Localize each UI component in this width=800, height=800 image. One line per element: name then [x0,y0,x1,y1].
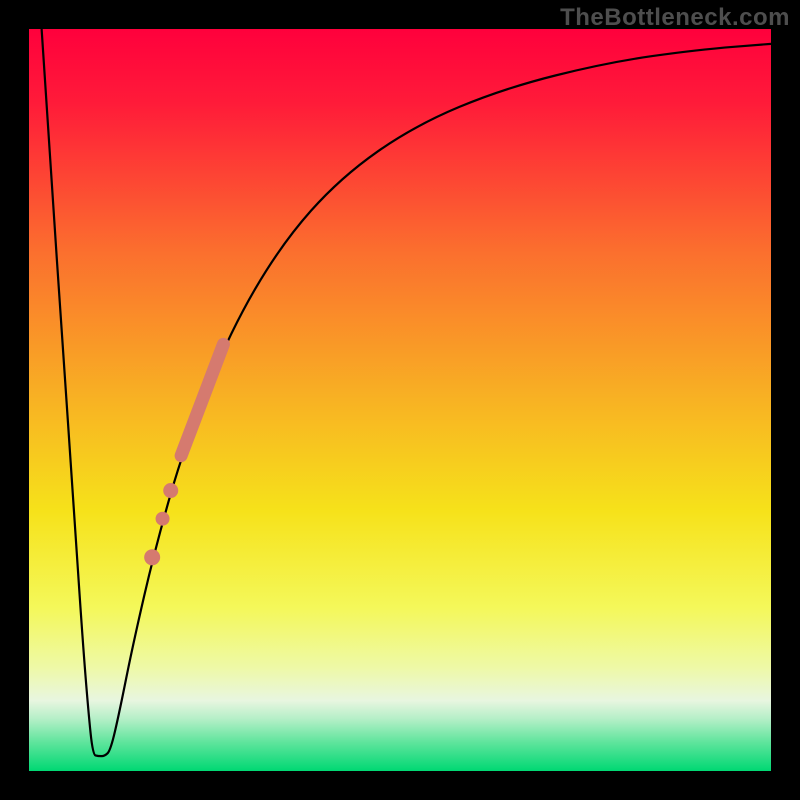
watermark-text: TheBottleneck.com [560,4,790,32]
chart-plot-area [29,29,771,771]
chart-svg [29,29,771,771]
highlight-dot [163,483,178,498]
highlight-dot [144,549,160,565]
highlight-dot [156,512,170,526]
gradient-background [29,29,771,771]
